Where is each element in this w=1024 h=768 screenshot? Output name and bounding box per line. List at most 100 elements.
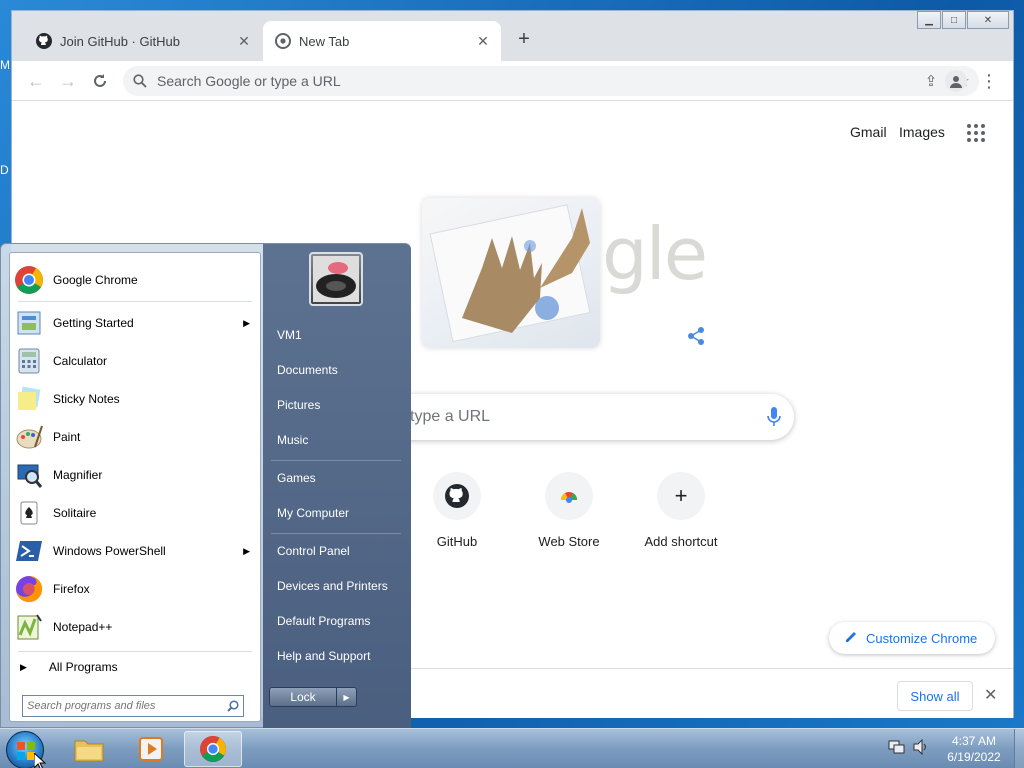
close-tab-icon[interactable]: ✕ xyxy=(473,31,493,51)
link-music[interactable]: Music xyxy=(277,433,308,447)
profile-avatar-icon xyxy=(945,70,967,92)
link-default-programs[interactable]: Default Programs xyxy=(277,614,370,628)
program-google-chrome[interactable]: Google Chrome xyxy=(10,261,260,299)
web-store-icon xyxy=(545,472,593,520)
forward-arrow-icon[interactable]: → xyxy=(56,69,80,93)
link-devices-and-printers[interactable]: Devices and Printers xyxy=(277,579,388,593)
all-programs-button[interactable]: ▶ All Programs xyxy=(10,653,260,681)
powershell-icon xyxy=(13,535,45,567)
toolbar: ← → Search Google or type a URL ⇪ ☆ ⋮ xyxy=(12,61,1013,101)
program-windows-powershell[interactable]: Windows PowerShell ▶ xyxy=(10,532,260,570)
clock[interactable]: 4:37 AM 6/19/2022 xyxy=(942,733,1006,765)
ntp-search-placeholder: type a URL xyxy=(410,408,491,425)
doodle-image[interactable] xyxy=(422,198,600,348)
program-label: Google Chrome xyxy=(53,273,138,287)
submenu-arrow-icon: ▶ xyxy=(243,317,250,328)
chrome-favicon-icon xyxy=(275,33,291,49)
program-label: Sticky Notes xyxy=(53,392,120,406)
divider xyxy=(271,533,401,534)
program-label: Magnifier xyxy=(53,468,103,482)
link-my-computer[interactable]: My Computer xyxy=(277,506,349,520)
tab-title: Join GitHub · GitHub xyxy=(60,33,180,49)
taskbar: 4:37 AM 6/19/2022 xyxy=(0,728,1024,768)
start-menu-programs-pane: Google Chrome Getting Started ▶ Calculat… xyxy=(9,252,261,722)
getting-started-icon xyxy=(13,307,45,339)
lock-button[interactable]: Lock ▶ xyxy=(269,687,357,707)
link-documents[interactable]: Documents xyxy=(277,363,338,377)
program-magnifier[interactable]: Magnifier xyxy=(10,456,260,494)
customize-chrome-button[interactable]: Customize Chrome xyxy=(829,622,995,654)
taskbar-chrome[interactable] xyxy=(184,731,242,767)
link-control-panel[interactable]: Control Panel xyxy=(277,544,350,558)
submenu-arrow-icon: ▶ xyxy=(243,545,250,556)
volume-icon[interactable] xyxy=(912,738,930,758)
images-link[interactable]: Images xyxy=(899,124,945,140)
new-tab-button[interactable]: + xyxy=(512,27,536,51)
start-menu-places-pane: VM1 Documents Pictures Music Games My Co… xyxy=(263,244,411,729)
shortcut-add[interactable]: + Add shortcut xyxy=(625,472,737,549)
profile-button[interactable] xyxy=(944,69,968,93)
link-pictures[interactable]: Pictures xyxy=(277,398,320,412)
program-label: Firefox xyxy=(53,582,90,596)
program-paint[interactable]: Paint xyxy=(10,418,260,456)
mouse-cursor-icon xyxy=(33,751,47,768)
clock-date: 6/19/2022 xyxy=(947,750,1001,764)
search-icon[interactable] xyxy=(223,700,243,712)
shortcut-label: Add shortcut xyxy=(644,534,718,549)
menu-kebab-icon[interactable]: ⋮ xyxy=(977,69,1001,93)
reload-icon[interactable] xyxy=(88,69,112,93)
taskbar-media-player[interactable] xyxy=(122,731,180,767)
close-tab-icon[interactable]: ✕ xyxy=(234,31,254,51)
shortcut-web-store[interactable]: Web Store xyxy=(513,472,625,549)
link-games[interactable]: Games xyxy=(277,471,316,485)
calculator-icon xyxy=(13,345,45,377)
start-search-input[interactable] xyxy=(23,700,223,712)
program-notepad-plus-plus[interactable]: Notepad++ xyxy=(10,608,260,646)
link-help-and-support[interactable]: Help and Support xyxy=(277,649,370,663)
show-all-button[interactable]: Show all xyxy=(897,681,973,711)
program-sticky-notes[interactable]: Sticky Notes xyxy=(10,380,260,418)
customize-label: Customize Chrome xyxy=(866,630,978,646)
minimize-button[interactable]: ▁ xyxy=(917,11,941,29)
program-firefox[interactable]: Firefox xyxy=(10,570,260,608)
start-search-box[interactable] xyxy=(22,695,244,717)
program-label: Windows PowerShell xyxy=(53,544,166,558)
pencil-icon xyxy=(845,630,858,646)
program-label: Paint xyxy=(53,430,81,444)
omnibox[interactable]: Search Google or type a URL ⇪ ☆ xyxy=(123,66,979,96)
close-window-button[interactable]: ✕ xyxy=(967,11,1009,29)
google-apps-icon[interactable] xyxy=(967,124,985,142)
shortcut-github[interactable]: GitHub xyxy=(401,472,513,549)
all-programs-arrow-icon: ▶ xyxy=(20,661,27,672)
divider xyxy=(271,460,401,461)
show-desktop-button[interactable] xyxy=(1014,729,1024,768)
program-label: Notepad++ xyxy=(53,620,113,634)
maximize-button[interactable]: □ xyxy=(942,11,966,29)
shutdown-options-arrow-icon[interactable]: ▶ xyxy=(336,688,356,706)
tab-strip: Join GitHub · GitHub ✕ New Tab ✕ + ▁ □ ✕ xyxy=(12,11,1013,61)
network-icon[interactable] xyxy=(888,739,906,758)
lock-label: Lock xyxy=(290,690,316,704)
program-getting-started[interactable]: Getting Started ▶ xyxy=(10,304,260,342)
tab-join-github[interactable]: Join GitHub · GitHub ✕ xyxy=(24,21,262,61)
program-calculator[interactable]: Calculator xyxy=(10,342,260,380)
close-download-bar-icon[interactable]: ✕ xyxy=(984,685,997,705)
gmail-link[interactable]: Gmail xyxy=(850,124,887,140)
taskbar-explorer[interactable] xyxy=(60,731,118,767)
user-avatar[interactable] xyxy=(309,252,363,306)
shortcut-label: GitHub xyxy=(436,534,478,549)
voice-search-icon[interactable] xyxy=(754,407,794,427)
link-vm1[interactable]: VM1 xyxy=(277,328,302,342)
tab-new-tab[interactable]: New Tab ✕ xyxy=(263,21,501,61)
clock-time: 4:37 AM xyxy=(951,734,997,748)
doodle-share-icon[interactable] xyxy=(686,326,706,351)
start-menu: Google Chrome Getting Started ▶ Calculat… xyxy=(0,243,411,729)
share-icon[interactable]: ⇪ xyxy=(915,72,947,90)
omnibox-placeholder: Search Google or type a URL xyxy=(157,73,341,89)
program-label: Getting Started xyxy=(53,316,134,330)
back-arrow-icon[interactable]: ← xyxy=(24,69,48,93)
program-solitaire[interactable]: Solitaire xyxy=(10,494,260,532)
tab-title: New Tab xyxy=(299,33,350,49)
plus-icon: + xyxy=(657,472,705,520)
sticky-notes-icon xyxy=(13,383,45,415)
